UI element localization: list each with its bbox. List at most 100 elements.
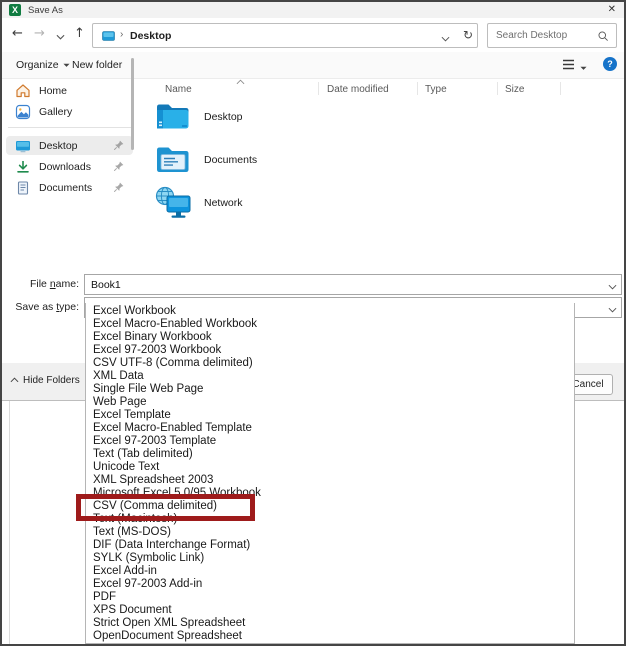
column-separator[interactable] [318, 82, 319, 95]
chevron-down-icon[interactable] [580, 62, 587, 74]
type-option-single-file-web-page[interactable]: Single File Web Page [86, 383, 574, 396]
type-option-excel-97-2003-add-in[interactable]: Excel 97-2003 Add-in [86, 578, 574, 591]
downloads-icon [15, 159, 31, 175]
type-option-excel-binary-workbook[interactable]: Excel Binary Workbook [86, 331, 574, 344]
pin-icon [113, 181, 125, 193]
type-option-sylk-symbolic-link[interactable]: SYLK (Symbolic Link) [86, 552, 574, 565]
pin-icon [113, 139, 125, 151]
column-header-date-modified[interactable]: Date modified [327, 84, 389, 95]
sidebar-item-label: Gallery [39, 106, 72, 118]
search-box [487, 23, 617, 48]
sidebar-top-group: Home Gallery [2, 81, 137, 121]
navigation-bar: ← → ↑ › Desktop ↻ [2, 18, 624, 52]
sidebar-item-desktop[interactable]: Desktop [6, 136, 133, 155]
type-option-excel-97-2003-template[interactable]: Excel 97-2003 Template [86, 435, 574, 448]
file-name: Desktop [204, 111, 243, 123]
file-name: Documents [204, 154, 257, 166]
type-option-web-page[interactable]: Web Page [86, 396, 574, 409]
forward-icon[interactable]: → [34, 26, 45, 41]
folder-documents-icon [154, 142, 192, 178]
type-option-unicode-text[interactable]: Unicode Text [86, 461, 574, 474]
file-row-desktop[interactable]: Desktop [148, 95, 548, 138]
breadcrumb-separator: › [120, 29, 123, 40]
search-input[interactable] [496, 25, 596, 46]
type-option-pdf[interactable]: PDF [86, 591, 574, 604]
refresh-icon[interactable]: ↻ [463, 28, 473, 42]
file-row-documents[interactable]: Documents [148, 138, 548, 181]
type-option-excel-add-in[interactable]: Excel Add-in [86, 565, 574, 578]
search-icon [597, 30, 609, 45]
sidebar-item-label: Home [39, 85, 67, 97]
chevron-down-icon[interactable] [441, 33, 450, 45]
back-icon[interactable]: ← [12, 26, 23, 41]
type-option-strict-open-xml-spreadsheet[interactable]: Strict Open XML Spreadsheet [86, 617, 574, 630]
network-icon [154, 185, 192, 221]
column-header-size[interactable]: Size [505, 84, 524, 95]
desktop-icon [102, 31, 115, 45]
folder-desktop-icon [154, 99, 192, 135]
type-option-xml-data[interactable]: XML Data [86, 370, 574, 383]
sidebar-item-label: Documents [39, 182, 92, 194]
type-option-excel-macro-enabled-template[interactable]: Excel Macro-Enabled Template [86, 422, 574, 435]
desktop-icon [15, 138, 31, 154]
column-header-name[interactable]: Name [165, 84, 192, 95]
file-rows: Desktop Documents Network [148, 95, 548, 224]
list-view-icon[interactable] [562, 58, 575, 74]
background-window-edge [9, 401, 10, 644]
sidebar-item-home[interactable]: Home [6, 81, 133, 100]
breadcrumb[interactable]: Desktop [130, 30, 171, 42]
sidebar-item-label: Desktop [39, 140, 78, 152]
column-header-type[interactable]: Type [425, 84, 447, 95]
help-icon[interactable]: ? [603, 57, 617, 71]
type-option-opendocument-spreadsheet[interactable]: OpenDocument Spreadsheet [86, 630, 574, 643]
sidebar-divider [8, 127, 131, 128]
sidebar-item-gallery[interactable]: Gallery [6, 102, 133, 121]
save-as-type-dropdown: Excel WorkbookExcel Macro-Enabled Workbo… [85, 303, 575, 644]
save-as-type-label: Save as type: [2, 301, 79, 313]
command-toolbar: Organize New folder ? [2, 52, 624, 79]
type-option-csv-utf-8-comma-delimited[interactable]: CSV UTF-8 (Comma delimited) [86, 357, 574, 370]
up-icon[interactable]: ↑ [74, 26, 85, 41]
new-folder-button[interactable]: New folder [72, 59, 122, 71]
excel-app-icon: X [9, 4, 21, 16]
organize-button[interactable]: Organize [16, 59, 70, 71]
sidebar-scrollbar[interactable] [131, 58, 134, 150]
sort-ascending-icon[interactable] [236, 76, 245, 88]
column-separator[interactable] [417, 82, 418, 95]
navigation-sidebar: Home Gallery Desktop Downloads Documents [2, 79, 137, 271]
window-title: Save As [28, 5, 63, 16]
highlight-annotation-box [76, 494, 255, 521]
file-name: Network [204, 197, 243, 209]
type-option-dif-data-interchange-format[interactable]: DIF (Data Interchange Format) [86, 539, 574, 552]
save-as-dialog: X Save As ✕ ← → ↑ › Desktop ↻ [0, 0, 626, 646]
chevron-down-icon[interactable] [608, 304, 617, 316]
address-bar[interactable]: › Desktop ↻ [92, 23, 478, 48]
gallery-icon [15, 104, 31, 120]
chevron-down-icon[interactable] [608, 281, 617, 293]
type-option-excel-workbook[interactable]: Excel Workbook [86, 305, 574, 318]
file-list-pane: Name Date modified Type Size Desktop Docu… [138, 79, 624, 271]
column-separator[interactable] [560, 82, 561, 95]
type-option-xps-document[interactable]: XPS Document [86, 604, 574, 617]
sidebar-pinned-group: Desktop Downloads Documents [2, 136, 137, 197]
file-name-input[interactable] [84, 274, 622, 295]
sidebar-item-label: Downloads [39, 161, 91, 173]
type-option-excel-97-2003-workbook[interactable]: Excel 97-2003 Workbook [86, 344, 574, 357]
documents-icon [15, 180, 31, 196]
type-option-excel-template[interactable]: Excel Template [86, 409, 574, 422]
chevron-down-icon [63, 59, 70, 71]
type-option-excel-macro-enabled-workbook[interactable]: Excel Macro-Enabled Workbook [86, 318, 574, 331]
chevron-down-icon[interactable] [56, 29, 65, 44]
sidebar-item-documents[interactable]: Documents [6, 178, 133, 197]
title-bar: X Save As ✕ [2, 2, 624, 18]
file-row-network[interactable]: Network [148, 181, 548, 224]
type-option-xml-spreadsheet-2003[interactable]: XML Spreadsheet 2003 [86, 474, 574, 487]
column-separator[interactable] [497, 82, 498, 95]
close-icon[interactable]: ✕ [608, 4, 616, 15]
type-option-text-tab-delimited[interactable]: Text (Tab delimited) [86, 448, 574, 461]
type-option-text-ms-dos[interactable]: Text (MS-DOS) [86, 526, 574, 539]
sidebar-item-downloads[interactable]: Downloads [6, 157, 133, 176]
file-name-label: File name: [2, 278, 79, 290]
hide-folders-button[interactable]: Hide Folders [10, 375, 80, 386]
home-icon [15, 83, 31, 99]
